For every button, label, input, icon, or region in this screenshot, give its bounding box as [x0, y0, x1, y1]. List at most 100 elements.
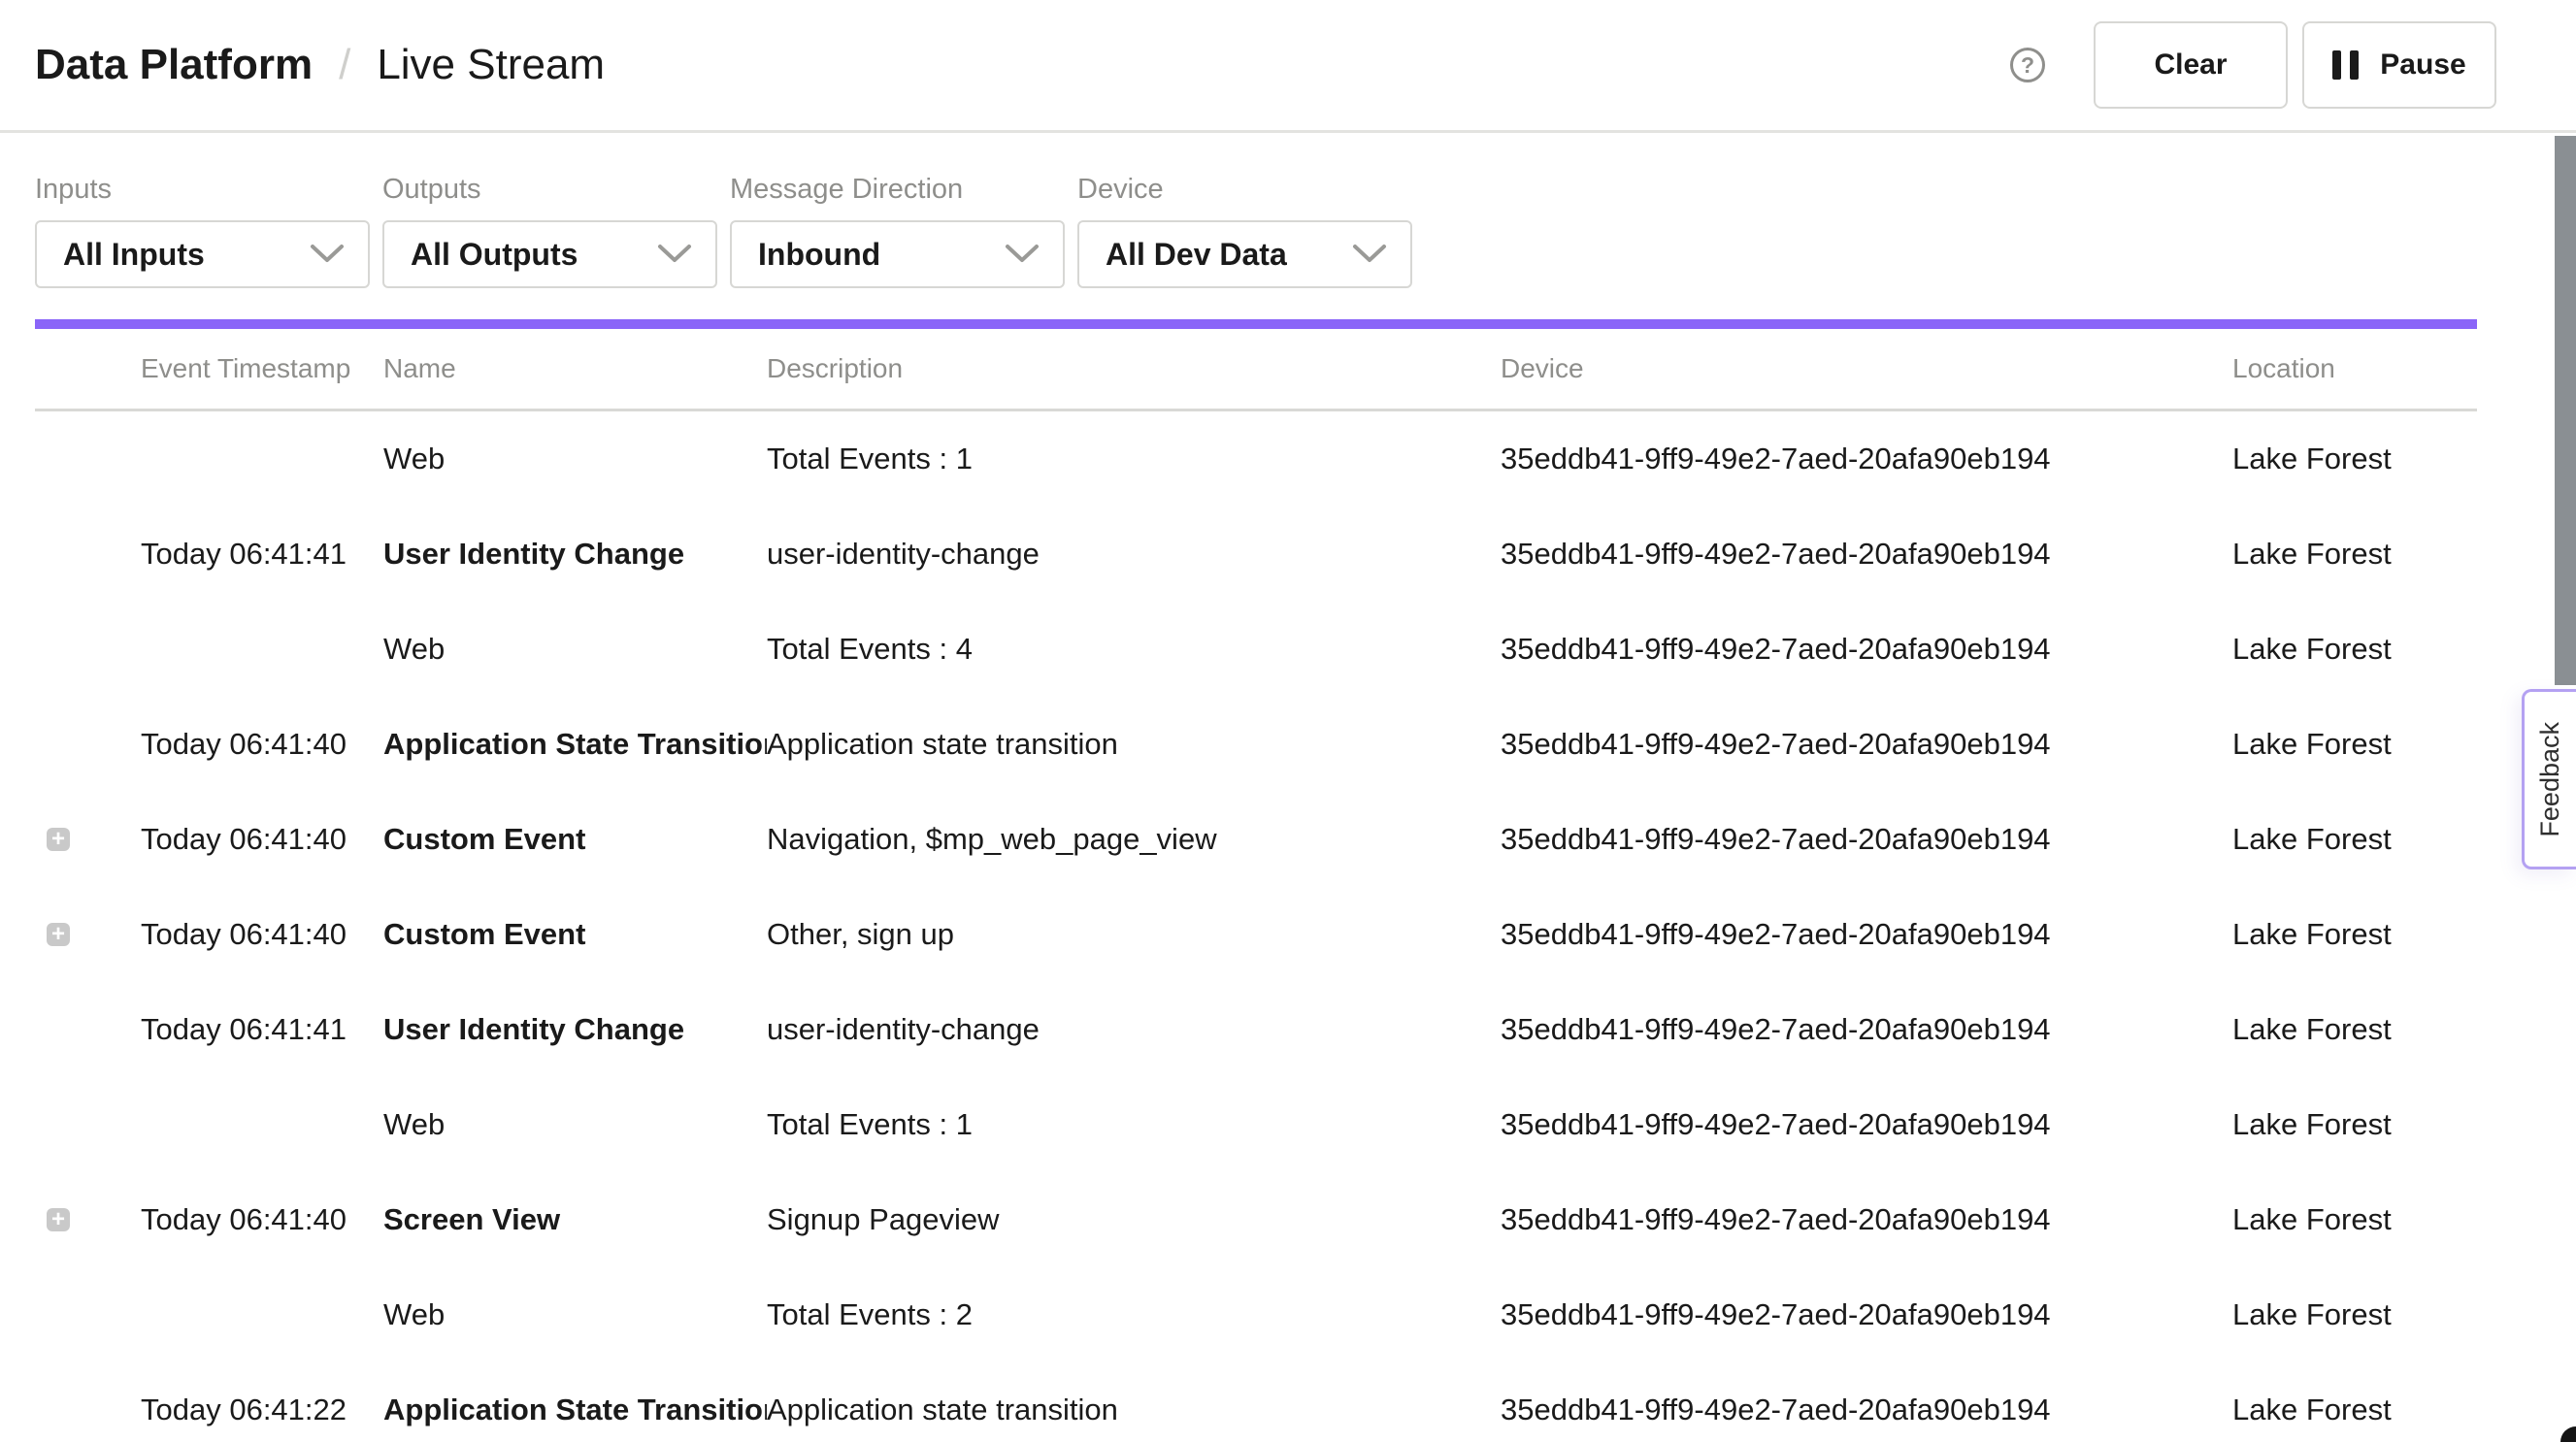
event-device-cell: 35eddb41-9ff9-49e2-7aed-20afa90eb194 — [1501, 537, 2232, 572]
table-row[interactable]: + Web Total Events : 1 35eddb41-9ff9-49e… — [35, 1077, 2477, 1172]
device-dropdown[interactable]: All Dev Data — [1077, 220, 1412, 288]
event-name-cell: Application State Transition — [383, 727, 767, 762]
breadcrumb: Data Platform / Live Stream — [35, 41, 605, 89]
expand-row-button[interactable]: + — [47, 828, 70, 851]
breadcrumb-section[interactable]: Data Platform — [35, 41, 313, 89]
pause-button-label: Pause — [2380, 49, 2465, 82]
event-location-cell: Lake Forest — [2232, 1107, 2477, 1142]
event-name-cell: User Identity Change — [383, 537, 767, 572]
filter-bar: Inputs All Inputs Outputs All Outputs Me… — [0, 133, 2576, 288]
event-timestamp-cell: Today 06:41:41 — [141, 537, 383, 572]
event-name-cell: Web — [383, 1297, 767, 1332]
filter-label-device: Device — [1077, 174, 1412, 206]
event-location-cell: Lake Forest — [2232, 727, 2477, 762]
column-header-event-timestamp: Event Timestamp — [141, 353, 383, 384]
table-row[interactable]: + Web Total Events : 2 35eddb41-9ff9-49e… — [35, 1267, 2477, 1362]
chevron-down-icon — [1005, 244, 1040, 265]
header-actions: ? Clear Pause — [2010, 21, 2496, 109]
event-name-cell: Custom Event — [383, 917, 767, 952]
table-row[interactable]: + Web Total Events : 1 35eddb41-9ff9-49e… — [35, 411, 2477, 507]
accent-divider — [35, 319, 2477, 329]
table-row[interactable]: + Today 06:41:40 Custom Event Navigation… — [35, 792, 2477, 887]
plus-icon: + — [51, 924, 65, 945]
event-device-cell: 35eddb41-9ff9-49e2-7aed-20afa90eb194 — [1501, 1297, 2232, 1332]
column-header-name: Name — [383, 353, 767, 384]
event-device-cell: 35eddb41-9ff9-49e2-7aed-20afa90eb194 — [1501, 632, 2232, 667]
event-location-cell: Lake Forest — [2232, 632, 2477, 667]
event-description-cell: user-identity-change — [767, 1012, 1501, 1047]
event-device-cell: 35eddb41-9ff9-49e2-7aed-20afa90eb194 — [1501, 442, 2232, 476]
table-row[interactable]: + Today 06:41:40 Application State Trans… — [35, 697, 2477, 792]
table-row[interactable]: + Today 06:41:40 Custom Event Other, sig… — [35, 887, 2477, 982]
event-device-cell: 35eddb41-9ff9-49e2-7aed-20afa90eb194 — [1501, 1012, 2232, 1047]
event-name-cell: Screen View — [383, 1202, 767, 1237]
event-device-cell: 35eddb41-9ff9-49e2-7aed-20afa90eb194 — [1501, 822, 2232, 857]
event-device-cell: 35eddb41-9ff9-49e2-7aed-20afa90eb194 — [1501, 1107, 2232, 1142]
table-row[interactable]: + Today 06:41:40 Screen View Signup Page… — [35, 1172, 2477, 1267]
page-title: Live Stream — [377, 41, 605, 89]
message-direction-dropdown-value: Inbound — [758, 237, 880, 273]
inputs-dropdown-value: All Inputs — [63, 237, 205, 273]
event-timestamp-cell: Today 06:41:40 — [141, 727, 383, 762]
table-row[interactable]: + Today 06:41:22 Application State Trans… — [35, 1362, 2477, 1442]
event-timestamp-cell: Today 06:41:40 — [141, 917, 383, 952]
feedback-tab-label: Feedback — [2535, 722, 2565, 837]
outputs-dropdown[interactable]: All Outputs — [382, 220, 717, 288]
filter-message-direction: Message Direction Inbound — [730, 174, 1065, 288]
event-name-cell: Web — [383, 442, 767, 476]
outputs-dropdown-value: All Outputs — [411, 237, 578, 273]
message-direction-dropdown[interactable]: Inbound — [730, 220, 1065, 288]
event-name-cell: Web — [383, 632, 767, 667]
event-description-cell: Total Events : 1 — [767, 1107, 1501, 1142]
table-row[interactable]: + Web Total Events : 4 35eddb41-9ff9-49e… — [35, 602, 2477, 697]
table-row[interactable]: + Today 06:41:41 User Identity Change us… — [35, 507, 2477, 602]
feedback-tab[interactable]: Feedback — [2522, 689, 2576, 869]
event-location-cell: Lake Forest — [2232, 537, 2477, 572]
filter-label-inputs: Inputs — [35, 174, 370, 206]
page-header: Data Platform / Live Stream ? Clear Paus… — [0, 0, 2576, 133]
table-header-row: Event Timestamp Name Description Device … — [35, 329, 2477, 411]
scrollbar-thumb[interactable] — [2555, 136, 2576, 685]
event-description-cell: Total Events : 2 — [767, 1297, 1501, 1332]
clear-button[interactable]: Clear — [2094, 21, 2288, 109]
event-device-cell: 35eddb41-9ff9-49e2-7aed-20afa90eb194 — [1501, 917, 2232, 952]
column-header-device: Device — [1501, 353, 2232, 384]
event-device-cell: 35eddb41-9ff9-49e2-7aed-20afa90eb194 — [1501, 1393, 2232, 1427]
chevron-down-icon — [657, 244, 692, 265]
column-header-location: Location — [2232, 353, 2477, 384]
event-description-cell: Signup Pageview — [767, 1202, 1501, 1237]
filter-label-message-direction: Message Direction — [730, 174, 1065, 206]
breadcrumb-separator: / — [339, 41, 350, 89]
event-timestamp-cell: Today 06:41:22 — [141, 1393, 383, 1427]
screen-corner — [2560, 1426, 2576, 1442]
filter-label-outputs: Outputs — [382, 174, 717, 206]
filter-device: Device All Dev Data — [1077, 174, 1412, 288]
event-description-cell: Application state transition — [767, 727, 1501, 762]
event-description-cell: Other, sign up — [767, 917, 1501, 952]
event-location-cell: Lake Forest — [2232, 442, 2477, 476]
inputs-dropdown[interactable]: All Inputs — [35, 220, 370, 288]
event-description-cell: Total Events : 1 — [767, 442, 1501, 476]
event-name-cell: Custom Event — [383, 822, 767, 857]
live-stream-table: Event Timestamp Name Description Device … — [35, 329, 2477, 1442]
event-name-cell: Web — [383, 1107, 767, 1142]
pause-button[interactable]: Pause — [2302, 21, 2496, 109]
event-description-cell: Total Events : 4 — [767, 632, 1501, 667]
event-device-cell: 35eddb41-9ff9-49e2-7aed-20afa90eb194 — [1501, 727, 2232, 762]
table-row[interactable]: + Today 06:41:41 User Identity Change us… — [35, 982, 2477, 1077]
event-location-cell: Lake Forest — [2232, 1393, 2477, 1427]
expand-row-button[interactable]: + — [47, 1208, 70, 1231]
plus-icon: + — [51, 1209, 65, 1230]
help-icon[interactable]: ? — [2010, 48, 2045, 82]
chevron-down-icon — [1352, 244, 1387, 265]
expand-row-button[interactable]: + — [47, 923, 70, 946]
event-table-body: + Web Total Events : 1 35eddb41-9ff9-49e… — [35, 411, 2477, 1442]
device-dropdown-value: All Dev Data — [1106, 237, 1287, 273]
event-location-cell: Lake Forest — [2232, 822, 2477, 857]
plus-icon: + — [51, 829, 65, 850]
chevron-down-icon — [310, 244, 345, 265]
column-header-description: Description — [767, 353, 1501, 384]
event-name-cell: User Identity Change — [383, 1012, 767, 1047]
event-timestamp-cell: Today 06:41:41 — [141, 1012, 383, 1047]
event-timestamp-cell: Today 06:41:40 — [141, 822, 383, 857]
